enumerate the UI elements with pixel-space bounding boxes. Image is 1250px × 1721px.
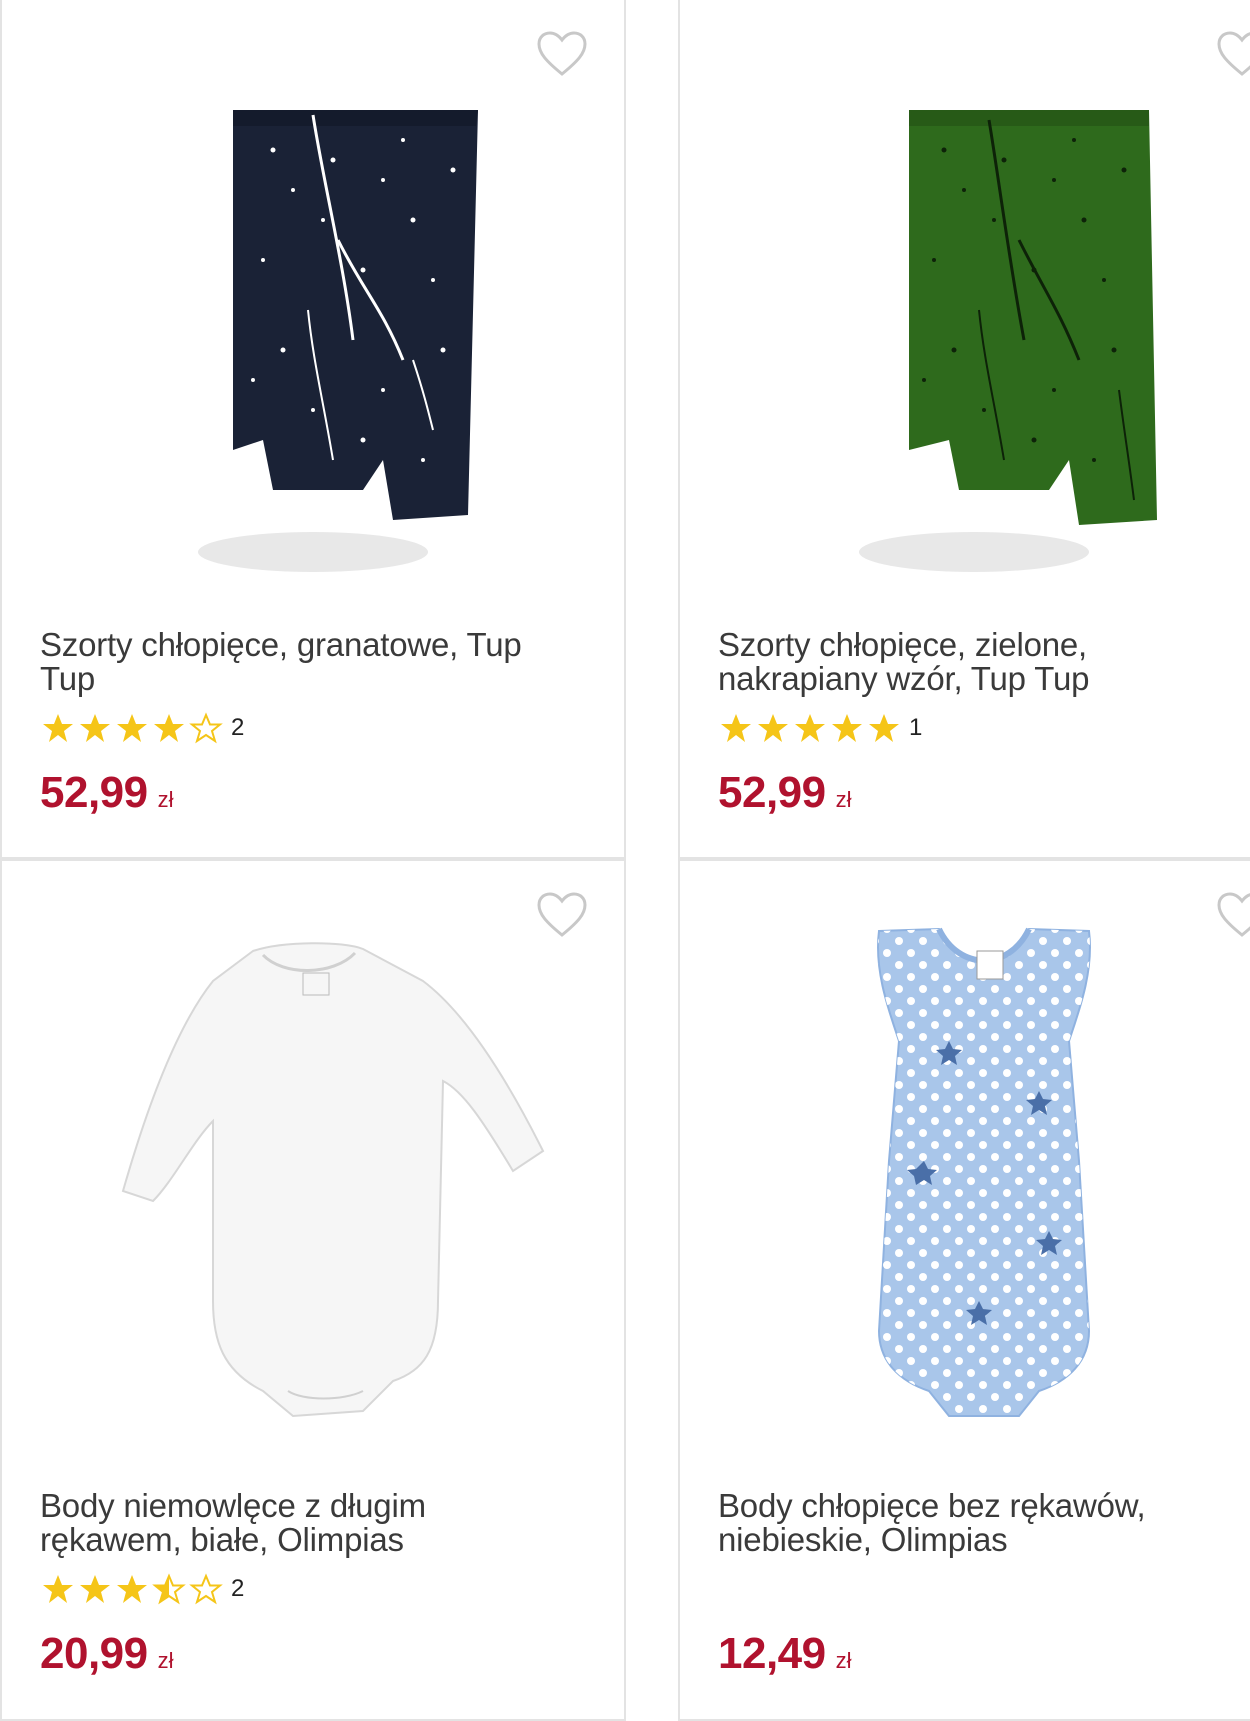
star-filled-icon: [154, 714, 184, 742]
price-amount: 20,99: [40, 1629, 148, 1678]
price-amount: 52,99: [718, 768, 826, 817]
product-title[interactable]: Body chłopięce bez rękawów, niebieskie, …: [718, 1489, 1250, 1557]
product-price: 12,49 zł: [718, 1629, 852, 1679]
star-filled-icon: [117, 1575, 147, 1603]
product-title-line: Tup: [40, 660, 96, 697]
rating-count: 2: [231, 714, 245, 741]
rating-count: 1: [909, 714, 923, 741]
price-currency: zł: [157, 1648, 174, 1673]
price-currency: zł: [835, 1648, 852, 1673]
star-filled-icon: [43, 714, 73, 742]
star-filled-icon: [758, 714, 788, 742]
product-card[interactable]: Body niemowlęce z długim rękawem, białe,…: [0, 859, 626, 1721]
product-title[interactable]: Body niemowlęce z długim rękawem, białe,…: [40, 1489, 580, 1557]
star-filled-icon: [80, 1575, 110, 1603]
product-price: 20,99 zł: [40, 1629, 174, 1679]
product-title-line: Body niemowlęce z długim: [40, 1487, 426, 1524]
product-title[interactable]: Szorty chłopięce, zielone, nakrapiany wz…: [718, 628, 1250, 696]
price-currency: zł: [157, 787, 174, 812]
product-card[interactable]: Szorty chłopięce, zielone, nakrapiany wz…: [678, 0, 1250, 859]
product-rating: 2: [40, 712, 244, 744]
product-price: 52,99 zł: [40, 768, 174, 818]
star-filled-icon: [795, 714, 825, 742]
product-title[interactable]: Szorty chłopięce, granatowe, Tup Tup: [40, 628, 580, 696]
product-card[interactable]: Body chłopięce bez rękawów, niebieskie, …: [678, 859, 1250, 1721]
product-grid: Szorty chłopięce, granatowe, Tup Tup 2 5…: [0, 0, 1250, 1721]
product-rating: 2: [40, 1573, 244, 1605]
product-image-white-bodysuit[interactable]: [2, 921, 624, 1441]
star-filled-icon: [43, 1575, 73, 1603]
product-rating: 1: [718, 712, 922, 744]
product-title-line: rękawem, białe, Olimpias: [40, 1521, 404, 1558]
star-filled-icon: [80, 714, 110, 742]
star-filled-icon: [721, 714, 751, 742]
product-title-line: Body chłopięce bez rękawów,: [718, 1487, 1146, 1524]
star-filled-icon: [117, 714, 147, 742]
star-outline-icon: [189, 1573, 223, 1605]
product-title-line: nakrapiany wzór, Tup Tup: [718, 660, 1090, 697]
product-image-green-shorts[interactable]: [680, 60, 1250, 580]
star-outline-icon: [189, 712, 223, 744]
price-currency: zł: [835, 787, 852, 812]
star-half-icon: [152, 1573, 186, 1605]
star-filled-icon: [832, 714, 862, 742]
product-title-line: Szorty chłopięce, granatowe, Tup: [40, 626, 522, 663]
product-card[interactable]: Szorty chłopięce, granatowe, Tup Tup 2 5…: [0, 0, 626, 859]
product-price: 52,99 zł: [718, 768, 852, 818]
price-amount: 12,49: [718, 1629, 826, 1678]
product-title-line: Szorty chłopięce, zielone,: [718, 626, 1087, 663]
star-filled-icon: [869, 714, 899, 742]
product-image-navy-shorts[interactable]: [2, 60, 624, 580]
product-image-blue-bodysuit[interactable]: [680, 921, 1250, 1441]
rating-count: 2: [231, 1575, 245, 1602]
price-amount: 52,99: [40, 768, 148, 817]
product-title-line: niebieskie, Olimpias: [718, 1521, 1008, 1558]
